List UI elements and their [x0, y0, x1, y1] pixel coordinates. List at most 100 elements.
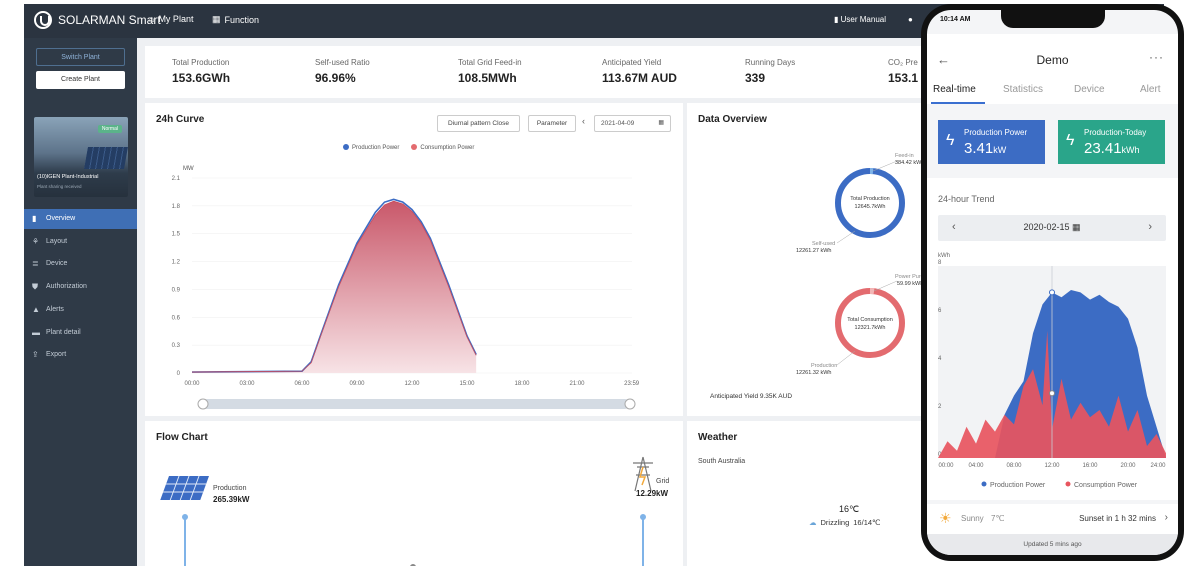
- stat-value: 108.5MWh: [458, 71, 517, 85]
- range-slider-handle-left[interactable]: [197, 398, 209, 410]
- sidebar-item-export[interactable]: ⇪ Export: [24, 345, 137, 365]
- weather-title: Weather: [698, 432, 738, 443]
- chevron-right-icon[interactable]: ›: [1165, 512, 1168, 523]
- solar-panel-image: [84, 147, 128, 169]
- trend-x-tick: 20:00: [1120, 463, 1136, 469]
- active-tab-indicator: [931, 102, 985, 104]
- solarman-logo-icon: [34, 11, 52, 29]
- trend-x-tick: 04:00: [968, 463, 984, 469]
- weather-condition: Drizzling: [820, 518, 850, 527]
- create-plant-button[interactable]: Create Plant: [36, 71, 125, 89]
- trend-x-tick: 16:00: [1082, 463, 1098, 469]
- trend-legend-production: Production Power: [990, 482, 1046, 489]
- trend-legend-consumption-swatch: [1065, 481, 1071, 487]
- trend-y-tick: 8: [938, 260, 942, 266]
- tab-real-time[interactable]: Real-time: [933, 84, 976, 95]
- bar-chart-icon: ▮: [32, 214, 37, 223]
- sidebar-item-label: Export: [46, 351, 67, 359]
- stat-item: Total Production 153.6GWh: [172, 58, 230, 85]
- anticipated-yield: Anticipated Yield 9.35K AUD: [710, 393, 793, 400]
- x-tick-label: 18:00: [514, 381, 530, 387]
- nav-my-plant-label: My Plant: [158, 14, 194, 24]
- trend-chart: kWh0246800:00 04:00 08:00 12:00 16:00 20:00 24…: [938, 253, 1166, 489]
- feed-in-label: Feed-in: [895, 153, 914, 159]
- curve-chart: MW 0 0.3 0.6 0.9 1.2 1.5 1.8 2.1 00:00 03:00 06:00 0…: [172, 166, 640, 410]
- range-slider-track[interactable]: [202, 399, 630, 409]
- sidebar-item-label: Overview: [46, 215, 76, 222]
- stat-label: Total Grid Feed-in: [458, 58, 522, 67]
- production-leader: [836, 350, 856, 366]
- sidebar-item-layout[interactable]: ⚘ Layout: [24, 232, 137, 252]
- y-tick-label: 1.2: [172, 260, 181, 266]
- purchase-leader: [873, 280, 898, 292]
- stat-value: 339: [745, 71, 766, 85]
- nav-my-plant[interactable]: ⌂ My Plant: [149, 14, 193, 24]
- more-icon[interactable]: ···: [1149, 50, 1164, 64]
- production-node: [182, 514, 188, 520]
- sun-icon: ☀: [939, 510, 952, 526]
- production-today-value-row: 23.41kWh: [1084, 140, 1140, 157]
- x-tick-label: 15:00: [459, 381, 475, 387]
- total-production-label: Total Production: [850, 196, 890, 202]
- tab-alert[interactable]: Alert: [1140, 84, 1161, 95]
- user-manual-label: User Manual: [840, 15, 886, 24]
- production-power-value: 3.41: [964, 140, 994, 157]
- switch-plant-button[interactable]: Switch Plant: [36, 48, 125, 66]
- stat-value: 153.1: [888, 71, 919, 85]
- stat-label: Self-used Ratio: [315, 58, 370, 67]
- weather-condition-row: ☁ Drizzling 16/14℃: [809, 518, 880, 527]
- trend-y-unit: kWh: [938, 253, 950, 259]
- y-tick-label: 0: [177, 371, 181, 377]
- y-tick-label: 1.5: [172, 232, 181, 238]
- stat-label: CO₂ Pre: [888, 58, 918, 67]
- sidebar-item-overview[interactable]: ▮ Overview: [24, 209, 137, 229]
- production-power-unit: kW: [993, 145, 1007, 155]
- app-brand: SOLARMAN Smart: [58, 13, 161, 27]
- plant-name: (10)IGEN Plant-Industrial: [37, 174, 99, 180]
- sidebar-item-alerts[interactable]: ▲ Alerts: [24, 300, 137, 320]
- flow-diagram: [160, 456, 653, 566]
- trend-x-tick: 00:00: [938, 463, 954, 469]
- tab-statistics[interactable]: Statistics: [1003, 84, 1043, 95]
- stat-value: 96.96%: [315, 71, 356, 85]
- stat-item: Running Days 339: [745, 58, 795, 85]
- trend-cursor-point: [1049, 289, 1055, 296]
- grid-tower-icon: [633, 456, 653, 492]
- range-slider-handle-right[interactable]: [624, 398, 636, 410]
- stat-item: Self-used Ratio 96.96%: [315, 58, 370, 85]
- sidebar-item-device[interactable]: ≣ Device: [24, 254, 137, 274]
- production-today-label: Production-Today: [1084, 128, 1147, 137]
- total-consumption-value: 12321.7kWh: [854, 325, 886, 331]
- y-axis-unit: MW: [183, 166, 194, 172]
- grid-node: [640, 514, 646, 520]
- sidebar-item-authorization[interactable]: ⛊ Authorization: [24, 277, 137, 297]
- flow-chart-panel: Flow Chart Production 265.39kW Grid 12.2…: [145, 421, 683, 566]
- phone-weather: Sunny: [961, 514, 984, 523]
- production-label: Production: [811, 363, 838, 369]
- bolt-plus-icon: ϟ: [1066, 132, 1075, 149]
- stat-item: Total Grid Feed-in 108.5MWh: [458, 58, 522, 85]
- feed-in-value: 384.42 kWh: [895, 160, 925, 166]
- flow-production-value: 265.39kW: [213, 495, 250, 504]
- plant-card[interactable]: Normal (10)IGEN Plant-Industrial Plant s…: [34, 117, 128, 197]
- sidebar-item-plant-detail[interactable]: ▬ Plant detail: [24, 323, 137, 343]
- total-production-value: 12645.7kWh: [854, 204, 886, 210]
- x-tick-label: 21:00: [569, 381, 585, 387]
- tab-device[interactable]: Device: [1074, 84, 1105, 95]
- plant-subtitle: Plant sharing received: [37, 184, 82, 189]
- nav-function-label: Function: [224, 14, 260, 25]
- trend-legend-consumption: Consumption Power: [1074, 482, 1138, 489]
- flow-production-label: Production: [213, 485, 247, 492]
- self-used-value: 12261.27 kWh: [796, 248, 832, 254]
- sidebar-item-label: Alerts: [46, 305, 64, 313]
- sidebar-item-label: Device: [46, 260, 68, 268]
- phone-mockup: 10:14 AM ← Demo ··· Real-time Statistics…: [921, 4, 1184, 561]
- user-manual-link[interactable]: ▮ User Manual: [834, 15, 886, 24]
- shield-icon: ⛊: [32, 282, 38, 292]
- nav-function[interactable]: ▦ Function: [212, 14, 259, 25]
- list-icon: ≣: [32, 259, 39, 269]
- power-purchase-value: 59.99 kWh: [897, 281, 924, 287]
- layout-icon: ⚘: [32, 236, 40, 246]
- bell-icon[interactable]: ●: [908, 15, 913, 24]
- y-tick-label: 0.9: [172, 287, 181, 293]
